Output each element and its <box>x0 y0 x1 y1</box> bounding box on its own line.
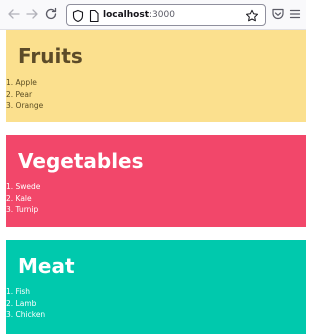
section-title: Fruits <box>18 44 83 68</box>
url-host: localhost <box>103 10 150 20</box>
vegetables-list: 1. Swede 2. Kale 3. Turnip <box>6 181 40 216</box>
section-title: Vegetables <box>18 149 144 173</box>
url-port: :3000 <box>149 10 175 20</box>
list-item: 2. Pear <box>6 89 33 99</box>
arrow-left-icon <box>8 9 20 19</box>
section-title: Meat <box>18 254 75 278</box>
list-item: 2. Lamb <box>6 298 37 308</box>
hamburger-menu-icon <box>289 9 301 19</box>
forward-button[interactable] <box>24 6 40 22</box>
vegetables-section: Vegetables 1. Swede 2. Kale 3. Turnip <box>6 135 306 227</box>
page-icon[interactable] <box>87 8 101 23</box>
pocket-icon <box>272 8 284 20</box>
bookmark-star-button[interactable] <box>245 7 259 27</box>
list-item: 3. Turnip <box>6 205 39 214</box>
list-item: 3. Orange <box>6 101 44 110</box>
reload-button[interactable] <box>43 6 59 22</box>
fruits-list: 1. Apple 2. Pear 3. Orange <box>6 77 43 112</box>
pocket-button[interactable] <box>270 6 286 22</box>
star-icon <box>246 9 258 22</box>
reload-icon <box>45 7 57 20</box>
browser-toolbar: localhost:3000 <box>0 0 306 30</box>
back-button[interactable] <box>6 6 22 22</box>
arrow-right-icon <box>26 9 38 19</box>
list-item: 1. Swede <box>6 182 41 191</box>
list-item: 1. Apple <box>6 78 37 87</box>
list-item: 1. Fish <box>6 287 31 296</box>
menu-button[interactable] <box>287 6 303 22</box>
meat-list: 1. Fish 2. Lamb 3. Chicken <box>6 286 45 321</box>
meat-section: Meat 1. Fish 2. Lamb 3. Chicken <box>6 240 306 334</box>
list-item: 3. Chicken <box>6 310 46 319</box>
shield-icon[interactable] <box>71 8 85 23</box>
url-text[interactable]: localhost:3000 <box>103 8 175 22</box>
fruits-section: Fruits 1. Apple 2. Pear 3. Orange <box>6 30 306 122</box>
list-item: 2. Kale <box>6 193 32 203</box>
url-bar[interactable]: localhost:3000 <box>66 4 266 26</box>
